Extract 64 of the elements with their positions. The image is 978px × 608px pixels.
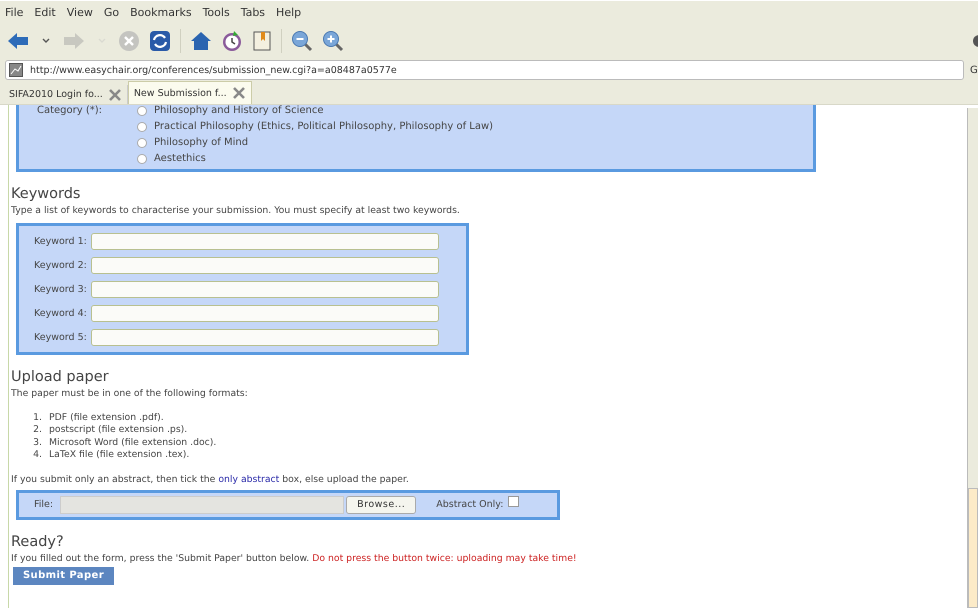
field-label: Keyword 2: — [34, 260, 87, 271]
radio-button[interactable] — [137, 154, 147, 164]
keyword-field[interactable] — [90, 257, 439, 274]
section-heading: Ready? — [11, 534, 65, 550]
list-number: 3. — [32, 436, 42, 450]
close-icon[interactable] — [108, 88, 122, 100]
menu-item[interactable]: Help — [276, 6, 302, 18]
instruction-text: If you submit only an abstract, then tick the only abstract box, else upload the paper. — [11, 474, 410, 485]
caret-icon[interactable] — [41, 37, 51, 45]
keyword-field[interactable] — [90, 281, 439, 298]
browse-button[interactable]: Browse... — [346, 496, 416, 514]
menu-item[interactable]: Go — [104, 6, 120, 18]
menu-item[interactable]: View — [66, 6, 93, 18]
address-field[interactable]: http://www.easychair.org/conferences/submission_new.cgi?a=a08487a0577e — [5, 60, 964, 80]
field-label: Keyword 3: — [34, 284, 87, 295]
keyword-field[interactable] — [90, 233, 439, 250]
field-label: Abstract Only: — [436, 499, 504, 510]
back-arrow-icon[interactable] — [6, 31, 30, 51]
clock-icon[interactable] — [221, 30, 243, 52]
abstract-link[interactable]: only abstract — [218, 474, 280, 485]
home-icon[interactable] — [190, 30, 212, 52]
menu-item[interactable]: Tabs — [240, 6, 266, 18]
zoom-out-icon[interactable] — [291, 30, 313, 52]
option-label: Philosophy and History of Science — [154, 105, 324, 116]
radio-button[interactable] — [137, 122, 147, 132]
format-item: postscript (file extension .ps). — [49, 424, 188, 437]
menu-item[interactable]: Edit — [34, 6, 56, 18]
menu-item[interactable]: File — [5, 6, 24, 18]
instruction-text: Type a list of keywords to characterise your submission. You must specify at least two keywords. — [11, 205, 461, 216]
list-number: 1. — [32, 412, 42, 424]
option-label: Aestethics — [154, 153, 206, 164]
submit-button[interactable]: Submit Paper — [13, 566, 114, 585]
menu-item[interactable]: Tools — [202, 6, 230, 18]
reload-icon[interactable] — [149, 30, 171, 52]
section-heading: Upload paper — [11, 369, 110, 385]
radio-button[interactable] — [137, 106, 147, 116]
bookmark-icon[interactable] — [252, 30, 272, 52]
list-number: 2. — [32, 424, 42, 437]
field-label: Category (*): — [36, 105, 104, 118]
field-label: Keyword 5: — [34, 332, 87, 343]
list-number: 4. — [32, 449, 42, 462]
keyword-field[interactable] — [90, 329, 439, 346]
site-icon — [9, 63, 23, 77]
browser-tab[interactable]: New Submission f... — [128, 81, 252, 104]
format-item: PDF (file extension .pdf). — [49, 412, 164, 424]
field-label: Keyword 4: — [34, 308, 87, 319]
section-heading: Keywords — [11, 186, 82, 202]
instruction-text: If you filled out the form, press the 'Submit Paper' button below. Do not press the button twice: uploading may take time! — [11, 552, 578, 564]
instruction-text: The paper must be in one of the following formats: — [11, 388, 249, 399]
format-item: Microsoft Word (file extension .doc). — [49, 436, 216, 450]
field-label: Keyword 1: — [34, 236, 87, 247]
scrollbar[interactable] — [967, 108, 978, 608]
radio-button[interactable] — [137, 138, 147, 148]
close-icon[interactable] — [232, 87, 246, 99]
format-item: LaTeX file (file extension .tex). — [49, 449, 190, 462]
option-label: Philosophy of Mind — [154, 137, 248, 148]
menu-item[interactable]: Bookmarks — [130, 6, 192, 18]
keyword-field[interactable] — [90, 305, 439, 322]
option-label: Practical Philosophy (Ethics, Political Philosophy, Philosophy of Law) — [154, 121, 494, 132]
field-label: File: — [34, 499, 54, 510]
go-button[interactable]: G — [970, 64, 978, 76]
zoom-in-icon[interactable] — [322, 30, 344, 52]
checkbox[interactable] — [508, 496, 520, 508]
file-field[interactable] — [60, 496, 344, 514]
